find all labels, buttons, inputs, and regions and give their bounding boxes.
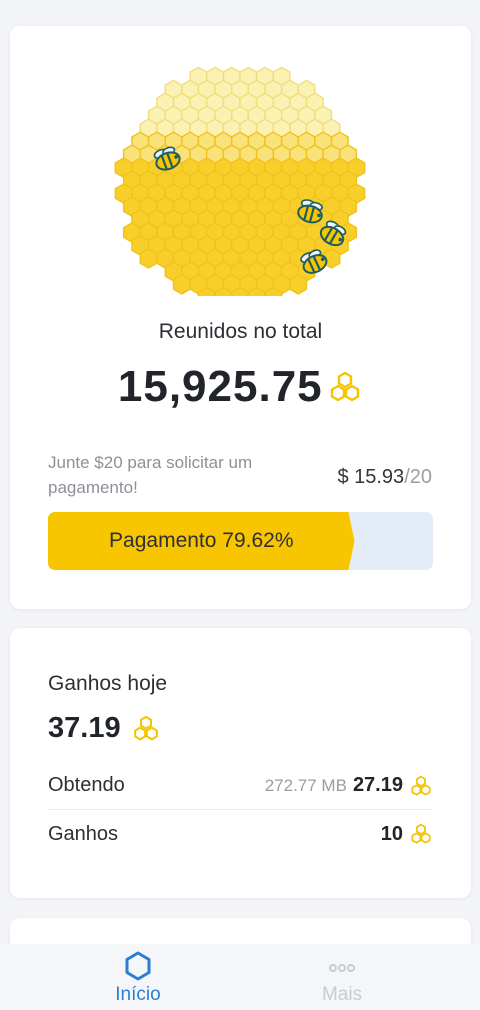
- payout-hint: Junte $20 para solicitar um pagamento!: [48, 453, 253, 497]
- summary-card: Reunidos no total 15,925.75 Junte $20 pa…: [10, 26, 471, 609]
- honeycomb-icon: [134, 715, 158, 741]
- row-values: 10: [381, 823, 433, 846]
- beehive-illustration: [114, 66, 366, 296]
- honeycomb-icon: [411, 823, 431, 844]
- payout-progress-bar[interactable]: Pagamento 79.62%: [48, 512, 433, 570]
- row-value: 27.19: [352, 774, 403, 796]
- total-row: 15,925.75: [10, 362, 471, 412]
- earnings-row-obtaining: Obtendo 272.77 MB 27.19: [48, 762, 433, 810]
- hive-cell: [172, 273, 191, 295]
- row-value: 10: [380, 822, 403, 845]
- hexagon-icon: [125, 951, 151, 981]
- progress-label: Pagamento 79.62%: [109, 529, 294, 552]
- goal-current: $ 15.93: [337, 466, 405, 488]
- honeycomb-icon: [330, 371, 360, 402]
- nav-more[interactable]: Mais: [222, 944, 462, 1010]
- hive-cell: [139, 247, 158, 269]
- today-value-row: 37.19: [48, 712, 161, 745]
- bottom-navigation: Início Mais: [0, 944, 480, 1010]
- row-data-amount: 272.77 MB: [264, 775, 347, 795]
- dots-icon: [329, 964, 355, 972]
- nav-more-label: Mais: [321, 984, 363, 1005]
- earnings-row-gains: Ganhos 10: [48, 810, 433, 858]
- today-title: Ganhos hoje: [48, 672, 168, 695]
- today-value: 37.19: [48, 712, 121, 744]
- payout-goal: $ 15.93/20: [337, 466, 432, 489]
- hive-cell: [289, 273, 308, 295]
- row-label: Obtendo: [48, 774, 125, 796]
- row-label: Ganhos: [48, 822, 119, 845]
- total-value: 15,925.75: [117, 362, 323, 411]
- row-values: 272.77 MB 27.19: [265, 774, 433, 797]
- honeycomb-icon: [411, 775, 431, 796]
- today-earnings-card: Ganhos hoje 37.19 Obtendo 272.77 MB 27.1…: [10, 628, 471, 898]
- goal-target: /20: [404, 466, 432, 488]
- total-label: Reunidos no total: [158, 320, 323, 343]
